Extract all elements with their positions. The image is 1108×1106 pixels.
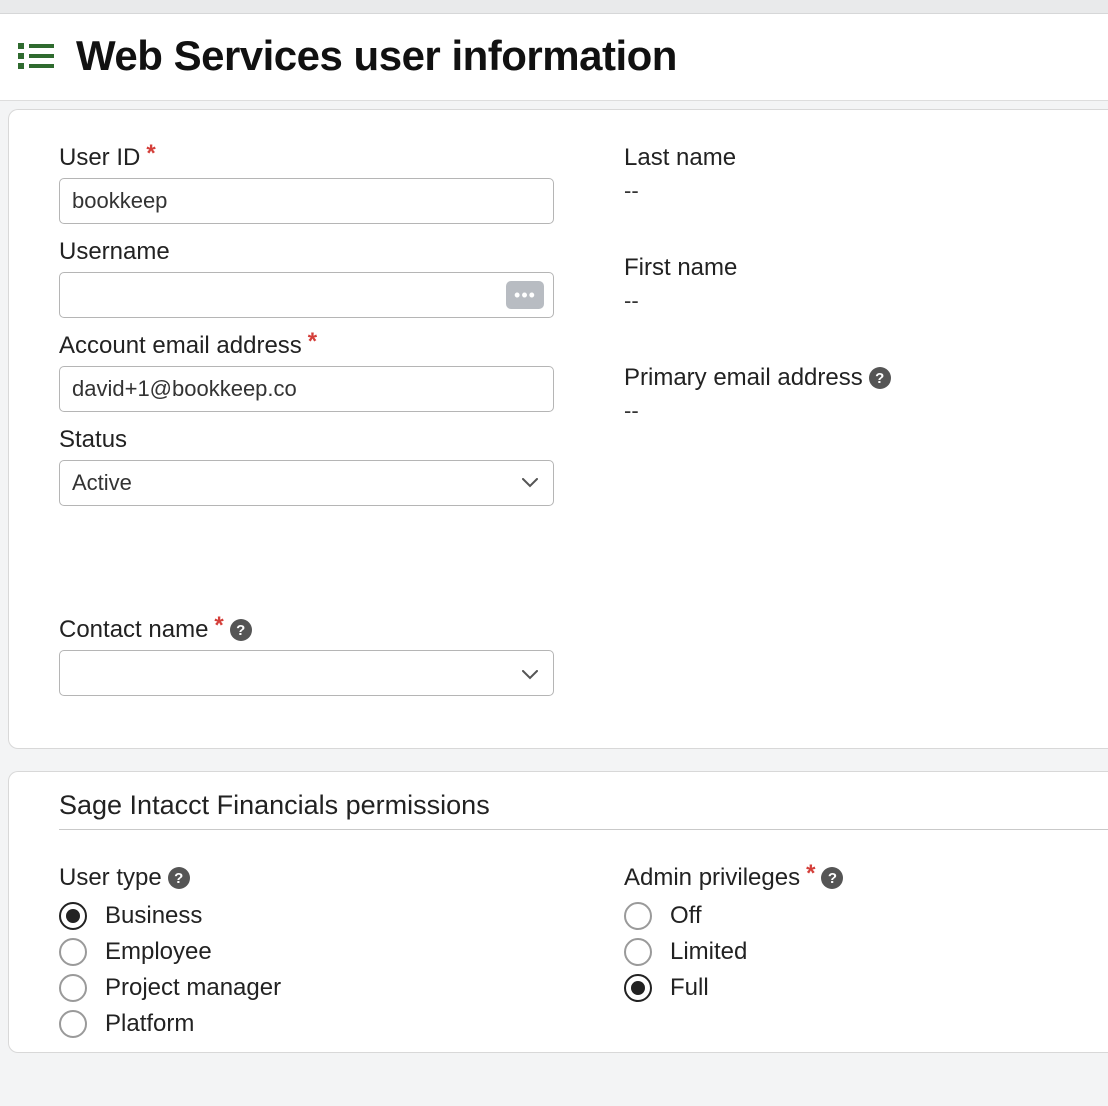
- field-contact-name: Contact name * ?: [59, 616, 554, 700]
- label-last-name: Last name: [624, 144, 736, 172]
- radio-label: Business: [105, 902, 202, 930]
- value-primary-email: --: [624, 398, 1108, 424]
- permissions-panel: Sage Intacct Financials permissions User…: [8, 771, 1108, 1053]
- radio-label: Platform: [105, 1010, 194, 1038]
- required-indicator: *: [214, 612, 223, 640]
- radio-label: Employee: [105, 938, 212, 966]
- radio-option-platform[interactable]: Platform: [59, 1006, 554, 1042]
- password-manager-icon[interactable]: •••: [506, 281, 544, 309]
- radio-icon: [624, 938, 652, 966]
- help-icon[interactable]: ?: [230, 619, 252, 641]
- user-info-panel: User ID * Username ••• Account email add…: [8, 109, 1108, 749]
- label-account-email: Account email address: [59, 332, 302, 360]
- radio-label: Off: [670, 902, 702, 930]
- radio-option-off[interactable]: Off: [624, 898, 1108, 934]
- section-title-permissions: Sage Intacct Financials permissions: [59, 790, 1108, 830]
- radio-icon: [59, 902, 87, 930]
- select-status[interactable]: Active: [59, 460, 554, 506]
- field-account-email: Account email address *: [59, 332, 554, 412]
- required-indicator: *: [308, 328, 317, 356]
- radio-label: Full: [670, 974, 709, 1002]
- radio-icon: [624, 974, 652, 1002]
- help-icon[interactable]: ?: [821, 867, 843, 889]
- radio-option-limited[interactable]: Limited: [624, 934, 1108, 970]
- radio-icon: [59, 974, 87, 1002]
- radio-group-admin-privileges: Off Limited Full: [624, 898, 1108, 1006]
- input-user-id[interactable]: [59, 178, 554, 224]
- label-user-type: User type: [59, 864, 162, 892]
- label-user-id: User ID: [59, 144, 140, 172]
- radio-option-project-manager[interactable]: Project manager: [59, 970, 554, 1006]
- help-icon[interactable]: ?: [869, 367, 891, 389]
- top-strip: [0, 0, 1108, 14]
- radio-label: Limited: [670, 938, 747, 966]
- field-first-name: First name --: [624, 254, 1108, 314]
- value-last-name: --: [624, 178, 1108, 204]
- select-contact-name[interactable]: [59, 650, 554, 696]
- input-username[interactable]: [59, 272, 554, 318]
- field-user-id: User ID *: [59, 144, 554, 224]
- field-last-name: Last name --: [624, 144, 1108, 204]
- label-username: Username: [59, 238, 170, 266]
- field-username: Username •••: [59, 238, 554, 318]
- radio-icon: [624, 902, 652, 930]
- radio-icon: [59, 938, 87, 966]
- label-first-name: First name: [624, 254, 737, 282]
- radio-option-business[interactable]: Business: [59, 898, 554, 934]
- field-status: Status Active: [59, 426, 554, 506]
- radio-option-employee[interactable]: Employee: [59, 934, 554, 970]
- radio-group-user-type: Business Employee Project manager Platfo…: [59, 898, 554, 1042]
- radio-label: Project manager: [105, 974, 281, 1002]
- radio-icon: [59, 1010, 87, 1038]
- required-indicator: *: [146, 140, 155, 168]
- list-menu-icon[interactable]: [18, 41, 54, 71]
- field-primary-email: Primary email address ? --: [624, 364, 1108, 424]
- label-admin-privileges: Admin privileges: [624, 864, 800, 892]
- page-header: Web Services user information: [0, 14, 1108, 101]
- radio-option-full[interactable]: Full: [624, 970, 1108, 1006]
- help-icon[interactable]: ?: [168, 867, 190, 889]
- label-status: Status: [59, 426, 127, 454]
- value-first-name: --: [624, 288, 1108, 314]
- input-account-email[interactable]: [59, 366, 554, 412]
- required-indicator: *: [806, 860, 815, 888]
- page-title: Web Services user information: [76, 32, 677, 80]
- label-primary-email: Primary email address: [624, 364, 863, 392]
- label-contact-name: Contact name: [59, 616, 208, 644]
